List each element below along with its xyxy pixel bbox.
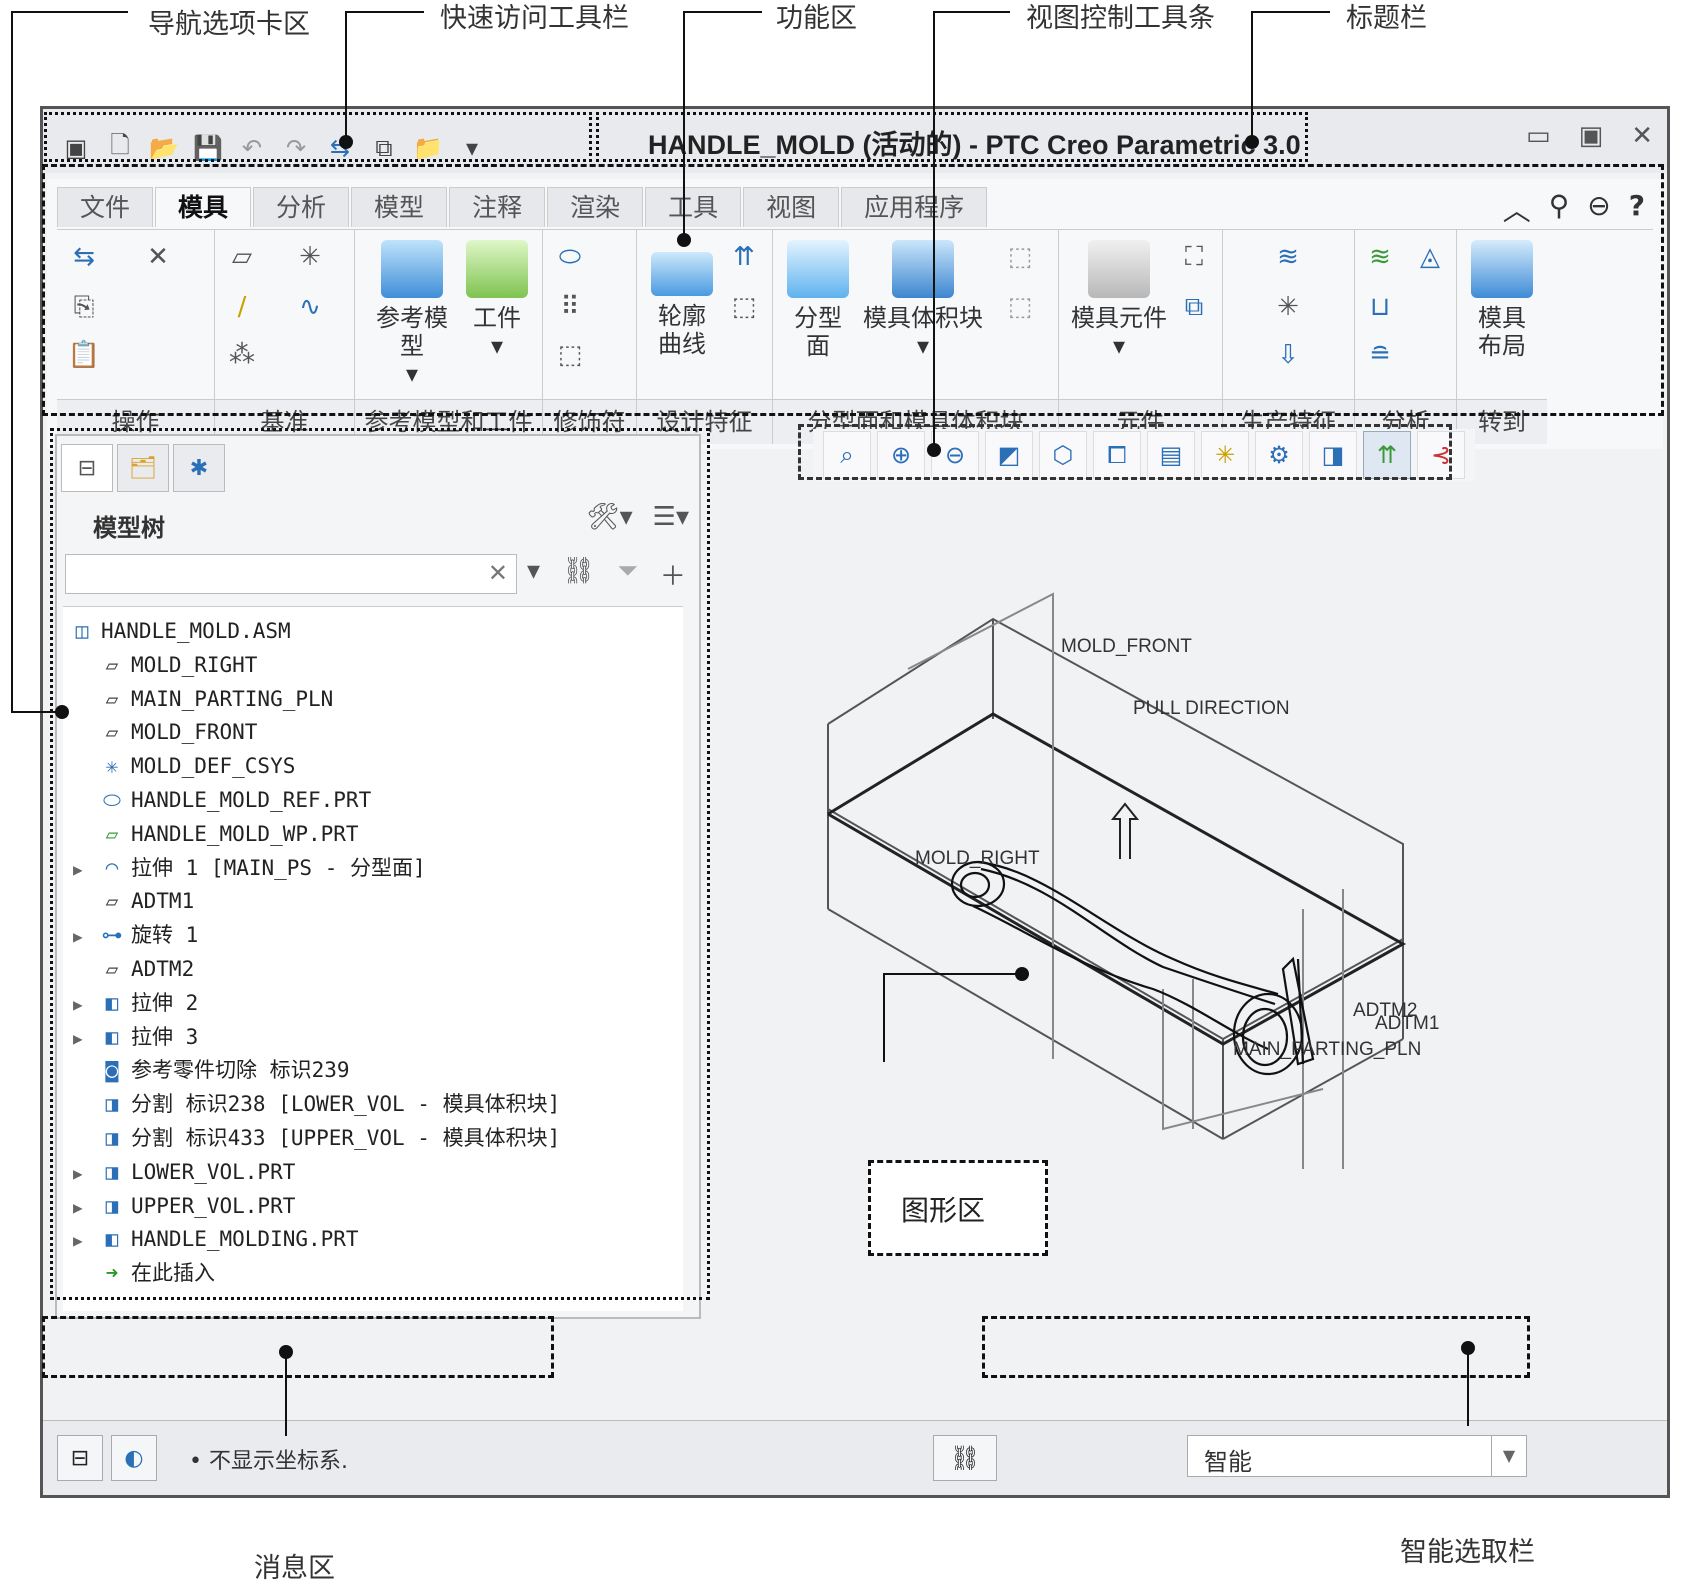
- leader-dot: [339, 135, 353, 149]
- leader-lines: [11, 11, 1475, 1436]
- leader-dot: [927, 443, 941, 457]
- leader-dot: [55, 705, 69, 719]
- leader-dot: [279, 1345, 293, 1359]
- leader-line: [1251, 11, 1330, 142]
- leader-line: [11, 11, 128, 713]
- leader-line: [345, 11, 424, 142]
- leader-line: [933, 11, 1010, 450]
- leader-dot: [677, 233, 691, 247]
- leader-line: [883, 973, 1022, 1062]
- leader-line: [683, 11, 762, 240]
- leader-dot: [1245, 135, 1259, 149]
- leader-dot: [1015, 967, 1029, 981]
- leader-dot: [1461, 1341, 1475, 1355]
